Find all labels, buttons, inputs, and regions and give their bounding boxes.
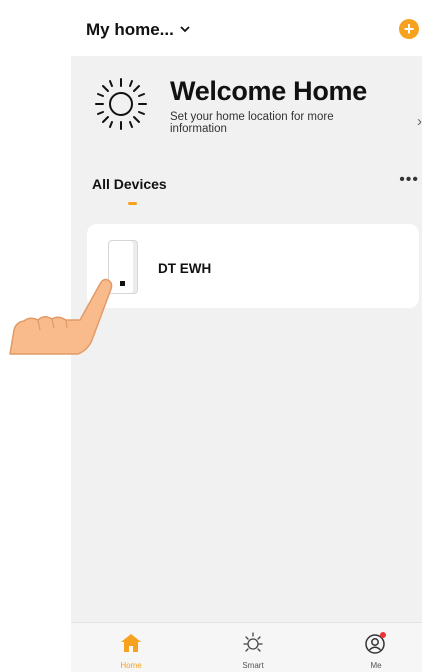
sun-icon xyxy=(243,632,263,652)
bottom-tab-bar: Home Smart Me xyxy=(71,622,422,672)
home-icon xyxy=(121,634,141,652)
tab-all-devices[interactable]: All Devices xyxy=(92,176,167,192)
notification-badge xyxy=(380,632,386,638)
pointing-hand-icon xyxy=(9,278,113,355)
tab-smart-label: Smart xyxy=(242,661,264,670)
tab-smart[interactable]: Smart xyxy=(208,623,298,672)
sun-icon xyxy=(95,78,147,130)
tab-me[interactable]: Me xyxy=(331,623,421,672)
chevron-down-icon xyxy=(180,24,190,36)
device-name: DT EWH xyxy=(158,261,212,276)
tab-me-label: Me xyxy=(370,661,382,670)
more-horizontal-icon[interactable]: ••• xyxy=(399,171,419,189)
devices-section-header: All Devices ••• xyxy=(71,171,422,208)
welcome-title: Welcome Home xyxy=(170,76,367,106)
add-device-button[interactable]: + xyxy=(399,19,419,39)
user-icon xyxy=(365,632,386,654)
chevron-right-icon: › xyxy=(417,113,422,130)
device-card[interactable]: DT EWH xyxy=(87,224,419,308)
home-name: My home... xyxy=(86,20,174,39)
tab-home-label: Home xyxy=(120,661,142,670)
top-bar: My home... + xyxy=(71,0,422,56)
plus-icon: + xyxy=(403,19,415,39)
app-screen: My home... + Welcome Home Set your home … xyxy=(71,0,422,672)
home-selector[interactable]: My home... xyxy=(86,20,190,40)
welcome-subtitle: Set your home location for more informat… xyxy=(170,111,334,135)
active-tab-indicator xyxy=(128,202,137,205)
tab-home[interactable]: Home xyxy=(86,623,176,672)
welcome-banner[interactable]: Welcome Home Set your home location for … xyxy=(71,70,422,155)
